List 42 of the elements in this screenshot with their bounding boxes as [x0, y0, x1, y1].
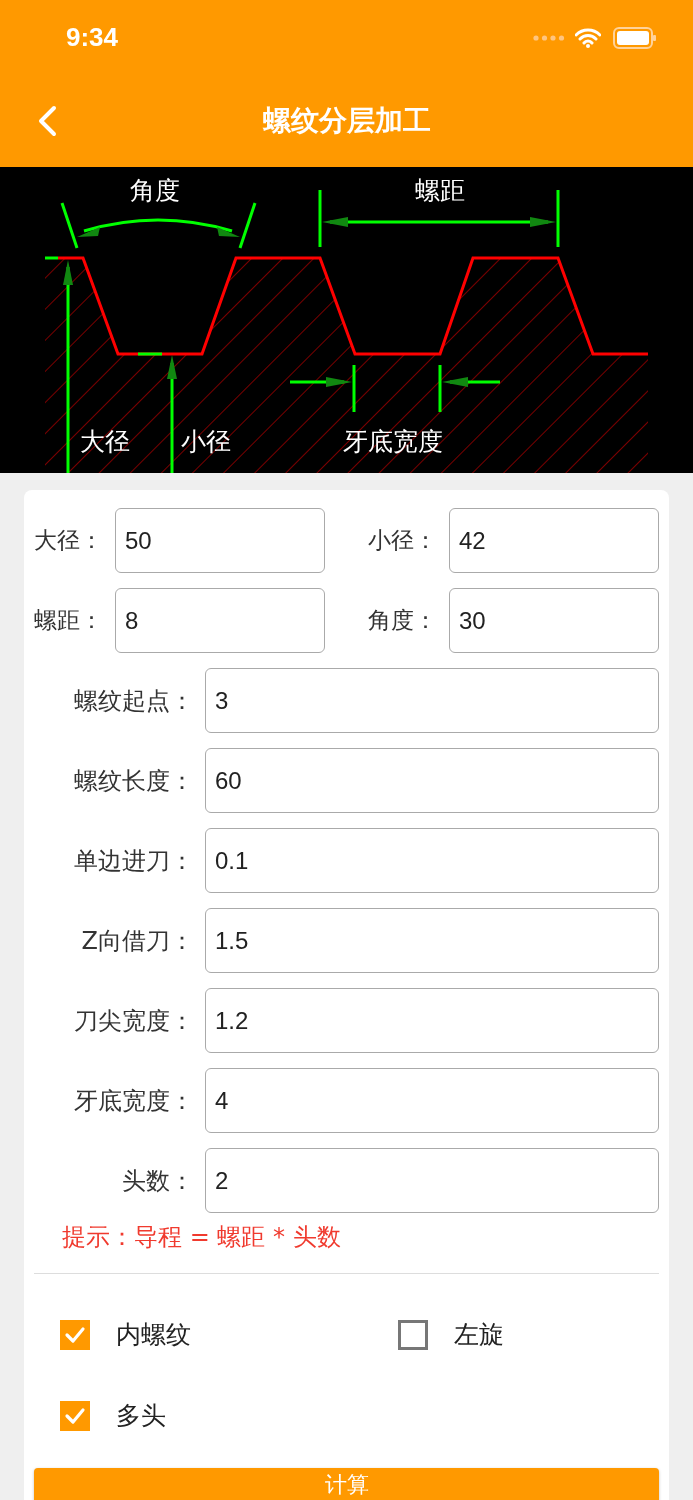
wifi-icon: [575, 27, 601, 48]
input-field[interactable]: 8: [115, 588, 325, 653]
field-label: 螺纹长度：: [73, 765, 194, 797]
input-field[interactable]: 1.2: [205, 988, 659, 1053]
field-label: 牙底宽度：: [73, 1085, 194, 1117]
field-label: 大径：: [34, 526, 104, 555]
status-time: 9:34: [66, 22, 120, 53]
input-field[interactable]: 1.5: [205, 908, 659, 973]
back-icon[interactable]: [36, 105, 58, 137]
input-field[interactable]: 2: [205, 1148, 659, 1213]
checkbox[interactable]: [60, 1400, 90, 1431]
input-field[interactable]: 4: [205, 1068, 659, 1133]
check-icon: [64, 1406, 86, 1425]
screen-title: 螺纹分层加工: [262, 103, 431, 139]
hint-text: 提示：导程 = 螺距 * 头数: [61, 1222, 342, 1253]
checkbox-label: 内螺纹: [116, 1319, 191, 1351]
checkbox[interactable]: [60, 1319, 90, 1350]
checkbox[interactable]: [398, 1319, 428, 1350]
input-field[interactable]: 42: [449, 508, 659, 573]
signal-icon: [533, 34, 565, 41]
checkbox-label: 多头: [116, 1400, 166, 1432]
diagram-label: 螺距: [415, 176, 465, 205]
field-label: 螺纹起点：: [73, 685, 194, 717]
input-field[interactable]: 30: [449, 588, 659, 653]
field-label: 头数：: [121, 1165, 194, 1197]
diagram-label: 小径: [181, 427, 231, 456]
input-field[interactable]: 3: [205, 668, 659, 733]
battery-icon: [613, 26, 657, 49]
field-label: 小径：: [368, 526, 438, 555]
diagram-label: 大径: [80, 427, 130, 456]
input-field[interactable]: 0.1: [205, 828, 659, 893]
field-label: 螺距：: [34, 606, 104, 635]
field-label: 刀尖宽度：: [73, 1005, 194, 1037]
check-icon: [64, 1325, 86, 1344]
checkbox-label: 左旋: [454, 1319, 504, 1351]
field-label: Z向借刀：: [80, 925, 194, 957]
input-field[interactable]: 50: [115, 508, 325, 573]
diagram-label: 牙底宽度: [343, 427, 443, 456]
field-label: 单边进刀：: [73, 845, 194, 877]
input-field[interactable]: 60: [205, 748, 659, 813]
field-label: 角度：: [368, 606, 438, 635]
diagram-label: 角度: [130, 176, 180, 205]
